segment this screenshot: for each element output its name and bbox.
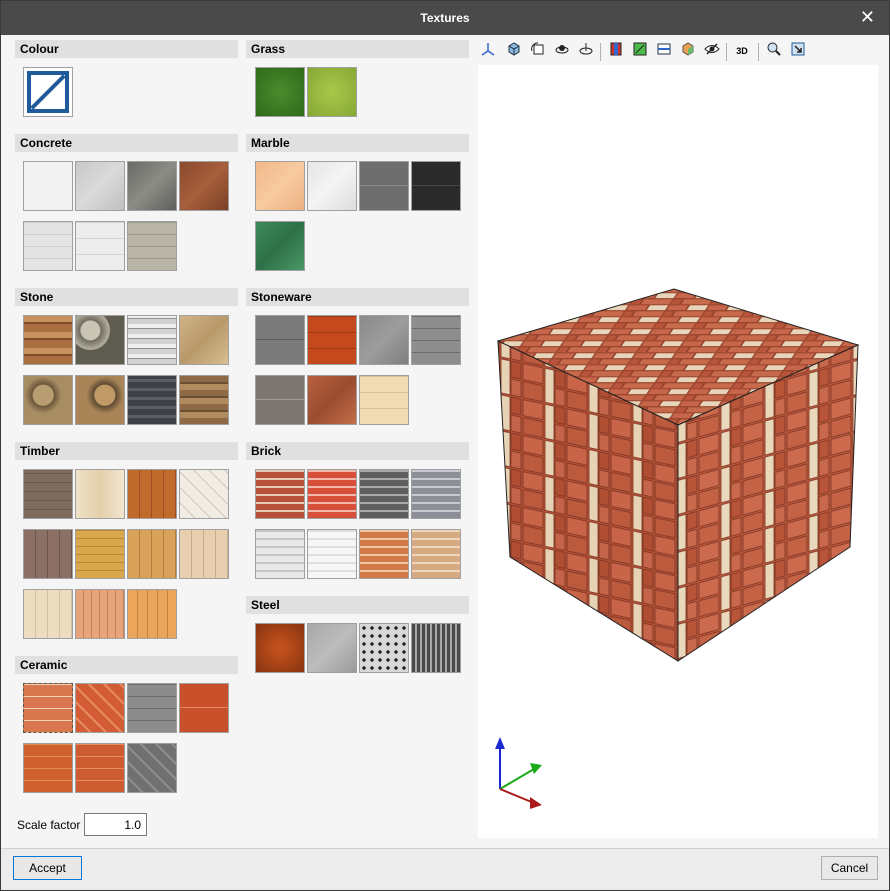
timber-tile-10[interactable] [75, 589, 125, 639]
timber-tile-11[interactable] [127, 589, 177, 639]
brick-tile-1[interactable] [255, 469, 305, 519]
orbit-icon[interactable] [552, 41, 572, 61]
stone-tile-6[interactable] [75, 375, 125, 425]
marble-tile-5[interactable] [255, 221, 305, 271]
toolbar-separator [758, 43, 759, 61]
axes-icon[interactable] [478, 41, 498, 61]
section-timber: Timber [15, 442, 238, 460]
stone-tile-4[interactable] [179, 315, 229, 365]
3d-view-icon[interactable]: 3D [732, 41, 752, 61]
concrete-tile-4[interactable] [179, 161, 229, 211]
timber-tile-1[interactable] [23, 469, 73, 519]
timber-tile-4[interactable] [179, 469, 229, 519]
3d-preview-viewport[interactable] [478, 65, 878, 838]
brick-tile-7[interactable] [359, 529, 409, 579]
brick-tile-8[interactable] [411, 529, 461, 579]
scale-factor-label: Scale factor [17, 818, 81, 832]
ceramic-tile-6[interactable] [75, 743, 125, 793]
no-colour-icon [27, 71, 69, 113]
dialog-button-bar: Accept Cancel [1, 848, 889, 890]
section-grass: Grass [246, 40, 469, 58]
brick-tile-3[interactable] [359, 469, 409, 519]
brick-tile-4[interactable] [411, 469, 461, 519]
stoneware-tile-7[interactable] [359, 375, 409, 425]
toolbar-separator [726, 43, 727, 61]
ceramic-tile-1[interactable] [23, 683, 73, 733]
ceramic-tile-3[interactable] [127, 683, 177, 733]
section-brick: Brick [246, 442, 469, 460]
stoneware-tile-5[interactable] [255, 375, 305, 425]
section-marble: Marble [246, 134, 469, 152]
steel-tile-2[interactable] [307, 623, 357, 673]
shaded-icon[interactable] [678, 41, 698, 61]
timber-tile-3[interactable] [127, 469, 177, 519]
section-icon[interactable] [606, 41, 626, 61]
zoom-region-icon[interactable] [630, 41, 650, 61]
section-colour: Colour [15, 40, 238, 58]
grass-tile-2[interactable] [307, 67, 357, 117]
concrete-tile-3[interactable] [127, 161, 177, 211]
section-stoneware: Stoneware [246, 288, 469, 306]
pan-orbit-icon[interactable] [576, 41, 596, 61]
concrete-tile-2[interactable] [75, 161, 125, 211]
grass-tile-1[interactable] [255, 67, 305, 117]
timber-tile-2[interactable] [75, 469, 125, 519]
marble-tile-4[interactable] [411, 161, 461, 211]
ceramic-tile-7[interactable] [127, 743, 177, 793]
concrete-tile-6[interactable] [75, 221, 125, 271]
stoneware-tile-2[interactable] [307, 315, 357, 365]
stone-tile-1[interactable] [23, 315, 73, 365]
stone-tile-5[interactable] [23, 375, 73, 425]
ceramic-tile-4[interactable] [179, 683, 229, 733]
stoneware-tile-4[interactable] [411, 315, 461, 365]
timber-tile-8[interactable] [179, 529, 229, 579]
visibility-icon[interactable] [702, 41, 722, 61]
accept-button[interactable]: Accept [13, 856, 82, 880]
section-steel: Steel [246, 596, 469, 614]
section-concrete: Concrete [15, 134, 238, 152]
concrete-tile-1[interactable] [23, 161, 73, 211]
textured-cube [495, 288, 860, 809]
zoom-icon[interactable] [764, 41, 784, 61]
brick-tile-6[interactable] [307, 529, 357, 579]
stone-tile-3[interactable] [127, 315, 177, 365]
title-bar: Textures ✕ [1, 1, 889, 35]
stoneware-tile-6[interactable] [307, 375, 357, 425]
brick-tile-5[interactable] [255, 529, 305, 579]
section-ceramic: Ceramic [15, 656, 238, 674]
timber-tile-5[interactable] [23, 529, 73, 579]
close-icon[interactable]: ✕ [860, 8, 875, 26]
timber-tile-7[interactable] [127, 529, 177, 579]
marble-tile-3[interactable] [359, 161, 409, 211]
section-stone: Stone [15, 288, 238, 306]
steel-tile-3[interactable] [359, 623, 409, 673]
stoneware-tile-3[interactable] [359, 315, 409, 365]
stoneware-tile-1[interactable] [255, 315, 305, 365]
ceramic-tile-2[interactable] [75, 683, 125, 733]
textures-dialog: Textures ✕ Colour Concrete Stone Timber … [0, 0, 890, 891]
brick-tile-2[interactable] [307, 469, 357, 519]
concrete-tile-7[interactable] [127, 221, 177, 271]
rotate-icon[interactable] [528, 41, 548, 61]
timber-tile-6[interactable] [75, 529, 125, 579]
timber-tile-9[interactable] [23, 589, 73, 639]
scale-factor-input[interactable] [84, 813, 147, 836]
window-title: Textures [420, 11, 470, 25]
steel-tile-4[interactable] [411, 623, 461, 673]
steel-tile-1[interactable] [255, 623, 305, 673]
plane-icon[interactable] [654, 41, 674, 61]
view-cube-icon[interactable] [504, 41, 524, 61]
cancel-button[interactable]: Cancel [821, 856, 878, 880]
toolbar-separator [600, 43, 601, 61]
ceramic-tile-5[interactable] [23, 743, 73, 793]
marble-tile-2[interactable] [307, 161, 357, 211]
stone-tile-2[interactable] [75, 315, 125, 365]
marble-tile-1[interactable] [255, 161, 305, 211]
stone-tile-8[interactable] [179, 375, 229, 425]
axes-gizmo [495, 737, 542, 809]
zoom-extents-icon[interactable] [788, 41, 808, 61]
stone-tile-7[interactable] [127, 375, 177, 425]
colour-swatch-button[interactable] [23, 67, 73, 117]
concrete-tile-5[interactable] [23, 221, 73, 271]
